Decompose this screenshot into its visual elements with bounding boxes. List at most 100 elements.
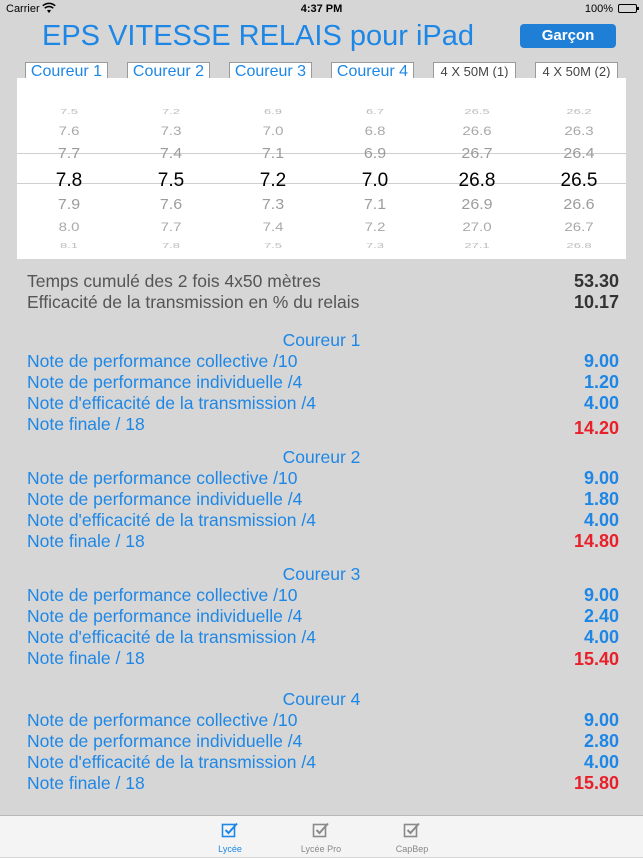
picker-value[interactable]: 7.3: [231, 196, 315, 213]
runner-2-individual-note: Note de performance individuelle /4 1.80: [27, 489, 619, 510]
picker-value[interactable]: 7.2: [129, 107, 213, 115]
tab-lycee-pro[interactable]: Lycée Pro: [286, 816, 356, 858]
tab-label: Lycée: [218, 844, 242, 854]
runner-1-title: Coureur 1: [282, 330, 361, 350]
picker-selected-value[interactable]: 7.5: [129, 170, 213, 192]
picker-column-relay-2[interactable]: 26.8 26.7 26.6 26.5 26.4 26.3 26.2: [537, 78, 621, 259]
picker-selected-value[interactable]: 7.0: [333, 170, 417, 192]
picker-value[interactable]: 7.6: [27, 125, 111, 139]
runner-3-collective-note: Note de performance collective /10 9.00: [27, 585, 619, 606]
picker-value[interactable]: 26.3: [537, 125, 621, 139]
note-label: Note de performance individuelle /4: [27, 731, 303, 751]
note-value: 9.00: [583, 468, 619, 488]
picker-value[interactable]: 8.0: [27, 221, 111, 235]
tab-capbep[interactable]: CapBep: [377, 816, 447, 858]
app-title: EPS VITESSE RELAIS pour iPad: [42, 20, 474, 52]
note-label: Note finale / 18: [27, 648, 145, 668]
note-value: 9.00: [583, 585, 619, 605]
runner-1-transmission-note: Note d'efficacité de la transmission /4 …: [27, 393, 619, 414]
note-value: 1.20: [583, 372, 619, 392]
note-value: 9.00: [583, 710, 619, 730]
clock: 4:37 PM: [300, 3, 343, 15]
note-label: Note de performance collective /10: [27, 351, 298, 371]
battery-percent: 100%: [584, 3, 613, 15]
picker-value[interactable]: 26.6: [435, 125, 519, 139]
picker-selected-value[interactable]: 26.5: [537, 170, 621, 192]
summary-value: 10.17: [573, 292, 619, 312]
picker-value[interactable]: 7.8: [129, 241, 213, 249]
picker-value[interactable]: 8.1: [27, 241, 111, 249]
checkbox-icon: [312, 822, 329, 838]
picker-value[interactable]: 7.2: [333, 221, 417, 235]
picker-value[interactable]: 6.9: [231, 107, 315, 115]
note-value: 9.00: [583, 351, 619, 371]
picker-value[interactable]: 26.7: [435, 145, 519, 162]
note-label: Note de performance individuelle /4: [27, 606, 303, 626]
runner-2-final-note: Note finale / 18 14.80: [27, 531, 619, 552]
checkbox-icon: [221, 822, 238, 838]
picker-value[interactable]: 7.7: [27, 145, 111, 162]
note-label: Note finale / 18: [27, 531, 145, 551]
picker-selected-value[interactable]: 7.8: [27, 170, 111, 192]
picker-value[interactable]: 26.8: [537, 241, 621, 249]
tab-lycee[interactable]: Lycée: [195, 816, 265, 858]
picker-column-coureur-2[interactable]: 7.8 7.7 7.6 7.5 7.4 7.3 7.2: [129, 78, 213, 259]
picker-value[interactable]: 26.4: [537, 145, 621, 162]
note-label: Note de performance collective /10: [27, 710, 298, 730]
picker-value[interactable]: 7.7: [129, 221, 213, 235]
picker-column-coureur-3[interactable]: 7.5 7.4 7.3 7.2 7.1 7.0 6.9: [231, 78, 315, 259]
picker-value[interactable]: 7.1: [231, 145, 315, 162]
picker-column-coureur-4[interactable]: 7.3 7.2 7.1 7.0 6.9 6.8 6.7: [333, 78, 417, 259]
time-picker[interactable]: 8.1 8.0 7.9 7.8 7.7 7.6 7.5 7.8 7.7 7.6 …: [17, 78, 626, 259]
picker-selected-value[interactable]: 26.8: [435, 170, 519, 192]
picker-value[interactable]: 26.9: [435, 196, 519, 213]
runner-2-transmission-note: Note d'efficacité de la transmission /4 …: [27, 510, 619, 531]
summary-label: Efficacité de la transmission en % du re…: [27, 292, 360, 312]
runner-3-individual-note: Note de performance individuelle /4 2.40: [27, 606, 619, 627]
picker-value[interactable]: 27.0: [435, 221, 519, 235]
picker-value[interactable]: 26.7: [537, 221, 621, 235]
runner-4-individual-note: Note de performance individuelle /4 2.80: [27, 731, 619, 752]
picker-value[interactable]: 6.7: [333, 107, 417, 115]
picker-value[interactable]: 7.3: [333, 241, 417, 249]
runner-1-collective-note: Note de performance collective /10 9.00: [27, 351, 619, 372]
note-label: Note de performance individuelle /4: [27, 489, 303, 509]
runner-2-collective-note: Note de performance collective /10 9.00: [27, 468, 619, 489]
note-label: Note finale / 18: [27, 414, 145, 434]
runner-4-title: Coureur 4: [282, 689, 361, 709]
gender-button[interactable]: Garçon: [520, 24, 616, 48]
picker-column-coureur-1[interactable]: 8.1 8.0 7.9 7.8 7.7 7.6 7.5: [27, 78, 111, 259]
note-label: Note de performance collective /10: [27, 585, 298, 605]
picker-value[interactable]: 7.5: [231, 241, 315, 249]
picker-value[interactable]: 7.6: [129, 196, 213, 213]
note-label: Note d'efficacité de la transmission /4: [27, 393, 316, 413]
picker-value[interactable]: 26.2: [537, 107, 621, 115]
final-note-value: 15.40: [573, 649, 619, 669]
checkbox-icon: [403, 822, 420, 838]
note-label: Note d'efficacité de la transmission /4: [27, 627, 316, 647]
picker-value[interactable]: 26.5: [435, 107, 519, 115]
runner-4-collective-note: Note de performance collective /10 9.00: [27, 710, 619, 731]
tab-bar: Lycée Lycée Pro CapBep: [0, 815, 643, 857]
picker-value[interactable]: 7.9: [27, 196, 111, 213]
picker-value[interactable]: 7.4: [231, 221, 315, 235]
note-value: 2.80: [583, 731, 619, 751]
picker-selected-value[interactable]: 7.2: [231, 170, 315, 192]
summary-label: Temps cumulé des 2 fois 4x50 mètres: [27, 271, 321, 291]
picker-value[interactable]: 6.9: [333, 145, 417, 162]
runner-3-final-note: Note finale / 18 15.40: [27, 648, 619, 669]
picker-value[interactable]: 7.1: [333, 196, 417, 213]
picker-value[interactable]: 7.3: [129, 125, 213, 139]
picker-value[interactable]: 26.6: [537, 196, 621, 213]
picker-value[interactable]: 7.5: [27, 107, 111, 115]
picker-column-relay-1[interactable]: 27.1 27.0 26.9 26.8 26.7 26.6 26.5: [435, 78, 519, 259]
picker-value[interactable]: 6.8: [333, 125, 417, 139]
summary-row-transmission-efficiency: Efficacité de la transmission en % du re…: [27, 292, 619, 313]
runner-1-individual-note: Note de performance individuelle /4 1.20: [27, 372, 619, 393]
status-bar: Carrier 4:37 PM 100%: [0, 0, 643, 20]
picker-value[interactable]: 27.1: [435, 241, 519, 249]
picker-value[interactable]: 7.0: [231, 125, 315, 139]
picker-value[interactable]: 7.4: [129, 145, 213, 162]
runner-4-transmission-note: Note d'efficacité de la transmission /4 …: [27, 752, 619, 773]
summary-row-cumulative-time: Temps cumulé des 2 fois 4x50 mètres 53.3…: [27, 271, 619, 292]
